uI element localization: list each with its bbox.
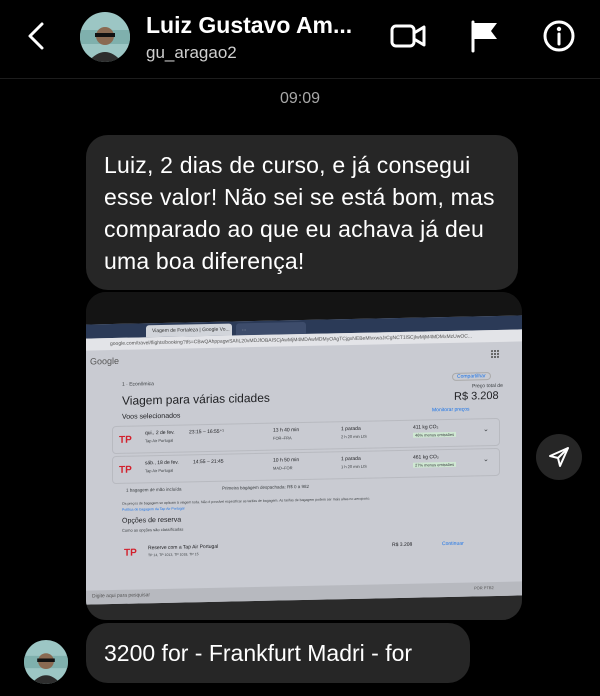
flight-times: 23:15 – 16:55⁺¹ <box>189 428 224 436</box>
flight-stop-detail: 1 h 20 min LIS <box>341 463 367 470</box>
message-bubble[interactable]: 3200 for - Frankfurt Madri - for <box>86 623 470 683</box>
tap-logo: TP <box>119 465 132 475</box>
flight-co2: 411 kg CO₂ <box>413 424 439 431</box>
flight-co2: 461 kg CO₂ <box>413 454 439 461</box>
trip-title: Viagem para várias cidades <box>122 390 270 408</box>
flight-row: TP sáb., 18 de fev. 14:55 – 21:45 Tap Ai… <box>112 447 500 485</box>
message-timestamp: 09:09 <box>279 90 321 107</box>
total-price: R$ 3.208 <box>454 389 499 403</box>
flight-stops: 1 parada <box>341 425 361 433</box>
svg-text:TP: TP <box>124 547 137 557</box>
baggage-policy-link: Política de bagagem da Tap Air Portugal <box>122 506 185 512</box>
flight-emissions: 46% menos emissões <box>413 431 457 438</box>
flight-airline: Tap Air Portugal <box>145 437 174 444</box>
trip-meta: 1 · Econômica <box>122 381 154 388</box>
photo-message[interactable]: Viagem de Fortaleza | Google Vo... ... g… <box>86 292 522 620</box>
expand-chevron-icon: ⌄ <box>483 456 489 464</box>
tap-logo: TP <box>119 435 132 445</box>
contact-username[interactable]: gu_aragao2 <box>146 43 237 63</box>
flight-route: FOR–FRA <box>273 435 292 441</box>
profile-avatar[interactable] <box>80 12 130 62</box>
reserve-flight-numbers: TP 14, TP 1013, TP 1018, TP 15 <box>148 552 199 558</box>
flight-times: 14:55 – 21:45 <box>193 458 224 466</box>
video-call-icon[interactable] <box>388 18 428 54</box>
total-price-label: Preço total de <box>472 382 503 390</box>
flight-stops: 1 parada <box>341 455 361 463</box>
flight-duration: 10 h 50 min <box>273 457 300 464</box>
flag-icon[interactable] <box>464 18 504 54</box>
share-button: Compartilhar <box>452 372 491 381</box>
taskbar-search: Digite aqui para pesquisar <box>92 592 151 600</box>
checked-bag-info: Primeira bagagem despachada: R$ 0 a 982 <box>222 483 310 491</box>
flights-booking-card: 1 · Econômica Compartilhar Viagem para v… <box>102 366 503 574</box>
svg-text:TP: TP <box>119 435 132 445</box>
back-chevron-icon[interactable] <box>22 18 54 54</box>
flight-duration: 13 h 40 min <box>273 427 300 434</box>
chat-header: Luiz Gustavo Am... gu_aragao2 <box>0 0 600 79</box>
taskbar-language: POR PTB2 <box>474 585 494 591</box>
share-button[interactable] <box>536 434 582 480</box>
message-bubble[interactable]: Luiz, 2 dias de curso, e já consegui ess… <box>86 135 518 290</box>
carry-on-info: 1 bagagem de mão incluída <box>126 486 182 493</box>
contact-name[interactable]: Luiz Gustavo Am... <box>146 12 352 39</box>
flight-airline: Tap Air Portugal <box>145 467 174 474</box>
reserve-price: R$ 3.208 <box>392 541 413 549</box>
continue-button: Continuar <box>442 540 464 548</box>
flight-date: qui., 2 de fev. <box>145 429 175 437</box>
send-icon <box>549 447 569 467</box>
fine-print: Os preços de bagagem se aplicam à viagem… <box>122 496 371 506</box>
svg-text:TP: TP <box>119 465 132 475</box>
flight-stop-detail: 2 h 20 min LIS <box>341 433 367 440</box>
selected-flights-label: Voos selecionados <box>122 412 181 421</box>
track-prices-label: Monitorar preços <box>432 406 470 414</box>
flight-emissions: 27% menos emissões <box>413 461 457 468</box>
flight-route: MAD–FOR <box>273 465 293 471</box>
laptop-screen: Viagem de Fortaleza | Google Vo... ... g… <box>86 315 522 605</box>
reserve-option: Reserve com a Tap Air Portugal <box>148 543 219 552</box>
flight-date: sáb., 18 de fev. <box>145 459 179 467</box>
tap-logo: TP <box>124 547 137 557</box>
booking-options-sub: Como as opções são classificadas <box>122 526 184 533</box>
sender-avatar[interactable] <box>24 640 68 684</box>
booking-options-title: Opções de reserva <box>122 516 182 525</box>
info-icon[interactable] <box>539 18 579 54</box>
expand-chevron-icon: ⌄ <box>483 426 489 434</box>
apps-grid-icon <box>491 349 499 359</box>
google-logo: Google <box>90 355 120 367</box>
